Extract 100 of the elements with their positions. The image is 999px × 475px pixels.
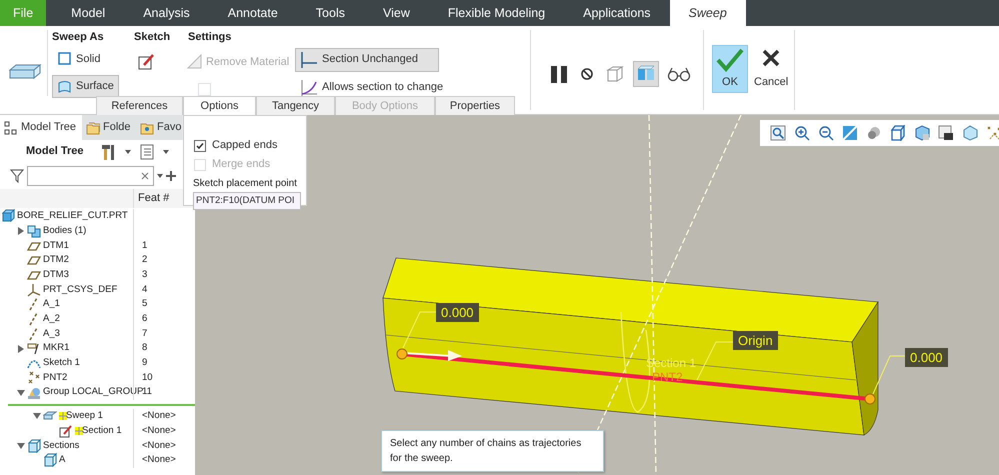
feature-number: 3: [142, 268, 148, 282]
no-entry-icon: [580, 67, 594, 81]
tree-item-label[interactable]: A_3: [43, 326, 60, 341]
expand-arrow-icon[interactable]: [17, 344, 25, 353]
tree-item-label[interactable]: DTM2: [43, 253, 69, 268]
expand-arrow-icon[interactable]: [17, 227, 25, 236]
pencil-icon: [59, 424, 73, 438]
tree-item-label[interactable]: Sketch 1: [43, 356, 80, 370]
view-toolbar-button[interactable]: [936, 123, 956, 143]
menu-tab[interactable]: Annotate: [208, 0, 297, 26]
view-toolbar-button[interactable]: [768, 123, 788, 143]
panel-tab[interactable]: Folde: [82, 115, 136, 140]
zoom-in-icon: [794, 125, 810, 141]
wireframe-icon: [605, 64, 625, 84]
cube-icon: [27, 438, 41, 453]
section-mode-option[interactable]: Section Unchanged: [295, 48, 440, 72]
tree-item-label[interactable]: BORE_RELIEF_CUT.PRT: [17, 209, 128, 224]
thicken-checkbox[interactable]: [198, 83, 211, 96]
refit-icon: [842, 125, 858, 141]
tree-item-label[interactable]: Section 1: [82, 424, 122, 438]
tree-icon: [4, 120, 18, 134]
curve-icon: [300, 78, 318, 96]
options-tab[interactable]: References: [96, 96, 183, 115]
cancel-button[interactable]: Cancel: [750, 45, 792, 93]
point-label: PNT2: [652, 371, 683, 384]
dimension-label: Origin: [733, 331, 778, 350]
menu-tab[interactable]: Analysis: [124, 0, 209, 26]
feature-number: 4: [142, 282, 148, 297]
camera-icon: [938, 125, 954, 141]
tree-item-label[interactable]: MKR1: [43, 341, 70, 356]
feature-number: 8: [142, 341, 148, 356]
cube-icon: [43, 453, 57, 468]
menu-tab[interactable]: Tools: [296, 0, 364, 26]
zoom-fit-icon: [770, 125, 786, 141]
group-title: Sketch: [134, 30, 172, 45]
point-icon: [27, 370, 41, 385]
options-tab[interactable]: Tangency: [256, 96, 335, 115]
feature-number: 5: [142, 297, 148, 312]
sweep-type-option[interactable]: Solid: [52, 48, 106, 70]
tree-item-label[interactable]: A_2: [43, 312, 60, 326]
expand-arrow-icon[interactable]: [17, 388, 25, 397]
menu-tab[interactable]: Flexible Modeling: [428, 0, 564, 26]
feature-number: 1: [142, 238, 148, 253]
view-toolbar-button[interactable]: [888, 123, 908, 143]
group-icon: [27, 386, 41, 400]
view-icon: [914, 125, 930, 141]
tree-item-label[interactable]: PNT2: [43, 370, 68, 386]
feature-number: 6: [142, 312, 148, 326]
menu-tab[interactable]: Sweep: [670, 0, 746, 26]
tree-title: Model Tree: [26, 144, 84, 160]
tools-icon: [100, 142, 116, 160]
add-icon[interactable]: [166, 171, 176, 181]
direction-arrow: [404, 348, 464, 362]
tree-item-label[interactable]: A: [59, 453, 66, 468]
panel-tab[interactable]: Favo: [136, 115, 182, 140]
filter-icon: [10, 169, 24, 183]
ok-button[interactable]: OK: [712, 45, 748, 93]
expand-arrow-icon[interactable]: [33, 412, 41, 420]
caret-icon[interactable]: [125, 150, 132, 154]
glasses-icon: [667, 66, 691, 82]
menu-tab[interactable]: Model: [52, 0, 124, 26]
clear-icon[interactable]: [141, 172, 149, 180]
insert-marker[interactable]: [8, 404, 195, 406]
folder-icon: [86, 120, 100, 134]
dimension-label: 0.000: [905, 348, 948, 367]
group-title: Settings: [188, 30, 232, 45]
section-view-icon: [962, 125, 978, 141]
tree-item-label[interactable]: DTM1: [43, 238, 69, 253]
tree-item-label[interactable]: Sweep 1: [66, 409, 103, 424]
sweep-feature-icon: [8, 62, 42, 82]
zoom-out-icon: [818, 125, 834, 141]
tree-item-label[interactable]: Bodies (1): [43, 224, 86, 238]
options-tab[interactable]: Options: [183, 96, 256, 115]
checkmark-icon: [716, 48, 744, 72]
tree-item-label[interactable]: Group LOCAL_GROUP: [43, 385, 144, 400]
placement-field[interactable]: PNT2:F10(DATUM POI: [193, 192, 301, 210]
menu-tab[interactable]: View: [364, 0, 429, 26]
capped-checkbox[interactable]: [194, 140, 206, 152]
tree-item-label[interactable]: Sections: [43, 438, 80, 453]
caret-icon[interactable]: [157, 174, 163, 178]
part-icon: [1, 209, 15, 224]
caret-icon[interactable]: [163, 150, 170, 154]
tree-item-label[interactable]: PRT_CSYS_DEF: [43, 282, 118, 297]
options-tab[interactable]: Properties: [435, 96, 515, 115]
group-title: Sweep As: [52, 30, 105, 45]
menu-tab[interactable]: Applications: [564, 0, 670, 26]
csys-icon: [27, 282, 41, 297]
tree-item-label[interactable]: A_1: [43, 297, 60, 312]
panel-tab[interactable]: Model Tree: [0, 115, 82, 140]
sweep-type-option[interactable]: Surface: [52, 75, 119, 98]
tree-item-label[interactable]: DTM3: [43, 268, 69, 282]
feature-number: 2: [142, 253, 148, 268]
feature-number: 10: [142, 370, 153, 385]
cubes-icon: [27, 224, 41, 238]
filter-field[interactable]: [27, 166, 154, 186]
marker-icon: [27, 342, 41, 356]
feature-number: <None>: [142, 424, 176, 438]
shading-icon: [866, 125, 882, 141]
field-label: Sketch placement point: [193, 177, 297, 190]
expand-arrow-icon[interactable]: [17, 442, 25, 450]
